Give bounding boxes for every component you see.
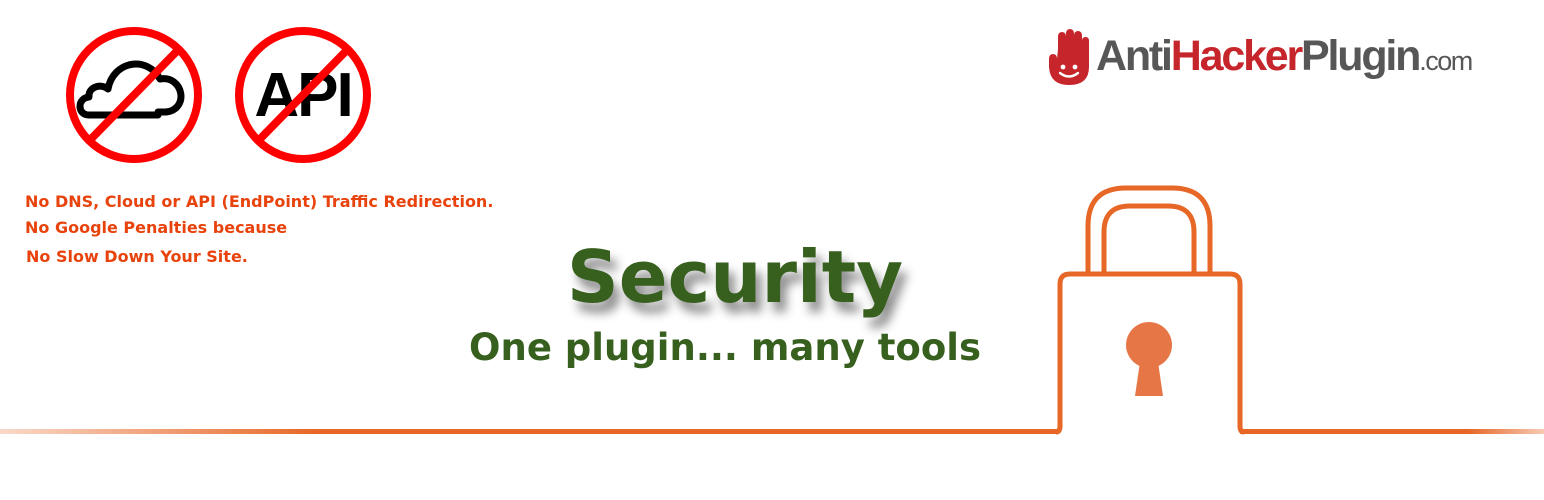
antihackerplugin-logo: AntiHackerPlugin.com	[1046, 27, 1473, 87]
keyhole-icon	[1126, 322, 1172, 396]
base-line-right	[1240, 429, 1544, 434]
logo-tld: .com	[1419, 46, 1473, 76]
logo-word-hacker: Hacker	[1170, 32, 1303, 80]
logo-word-anti: Anti	[1096, 32, 1173, 80]
cloud-icon	[76, 60, 185, 119]
no-api-icon: API	[235, 27, 371, 163]
security-banner: API No DNS, Cloud or API (EndPoint) Traf…	[0, 0, 1544, 500]
hand-icon	[1049, 29, 1089, 85]
base-line-left	[0, 429, 1058, 434]
logo-word-plugin: Plugin	[1301, 32, 1421, 80]
no-cloud-icon	[66, 27, 202, 163]
logo-wordmark: AntiHackerPlugin.com	[1096, 30, 1473, 87]
lock-shackle-inner	[1101, 203, 1197, 274]
padlock-icon	[0, 185, 1544, 435]
